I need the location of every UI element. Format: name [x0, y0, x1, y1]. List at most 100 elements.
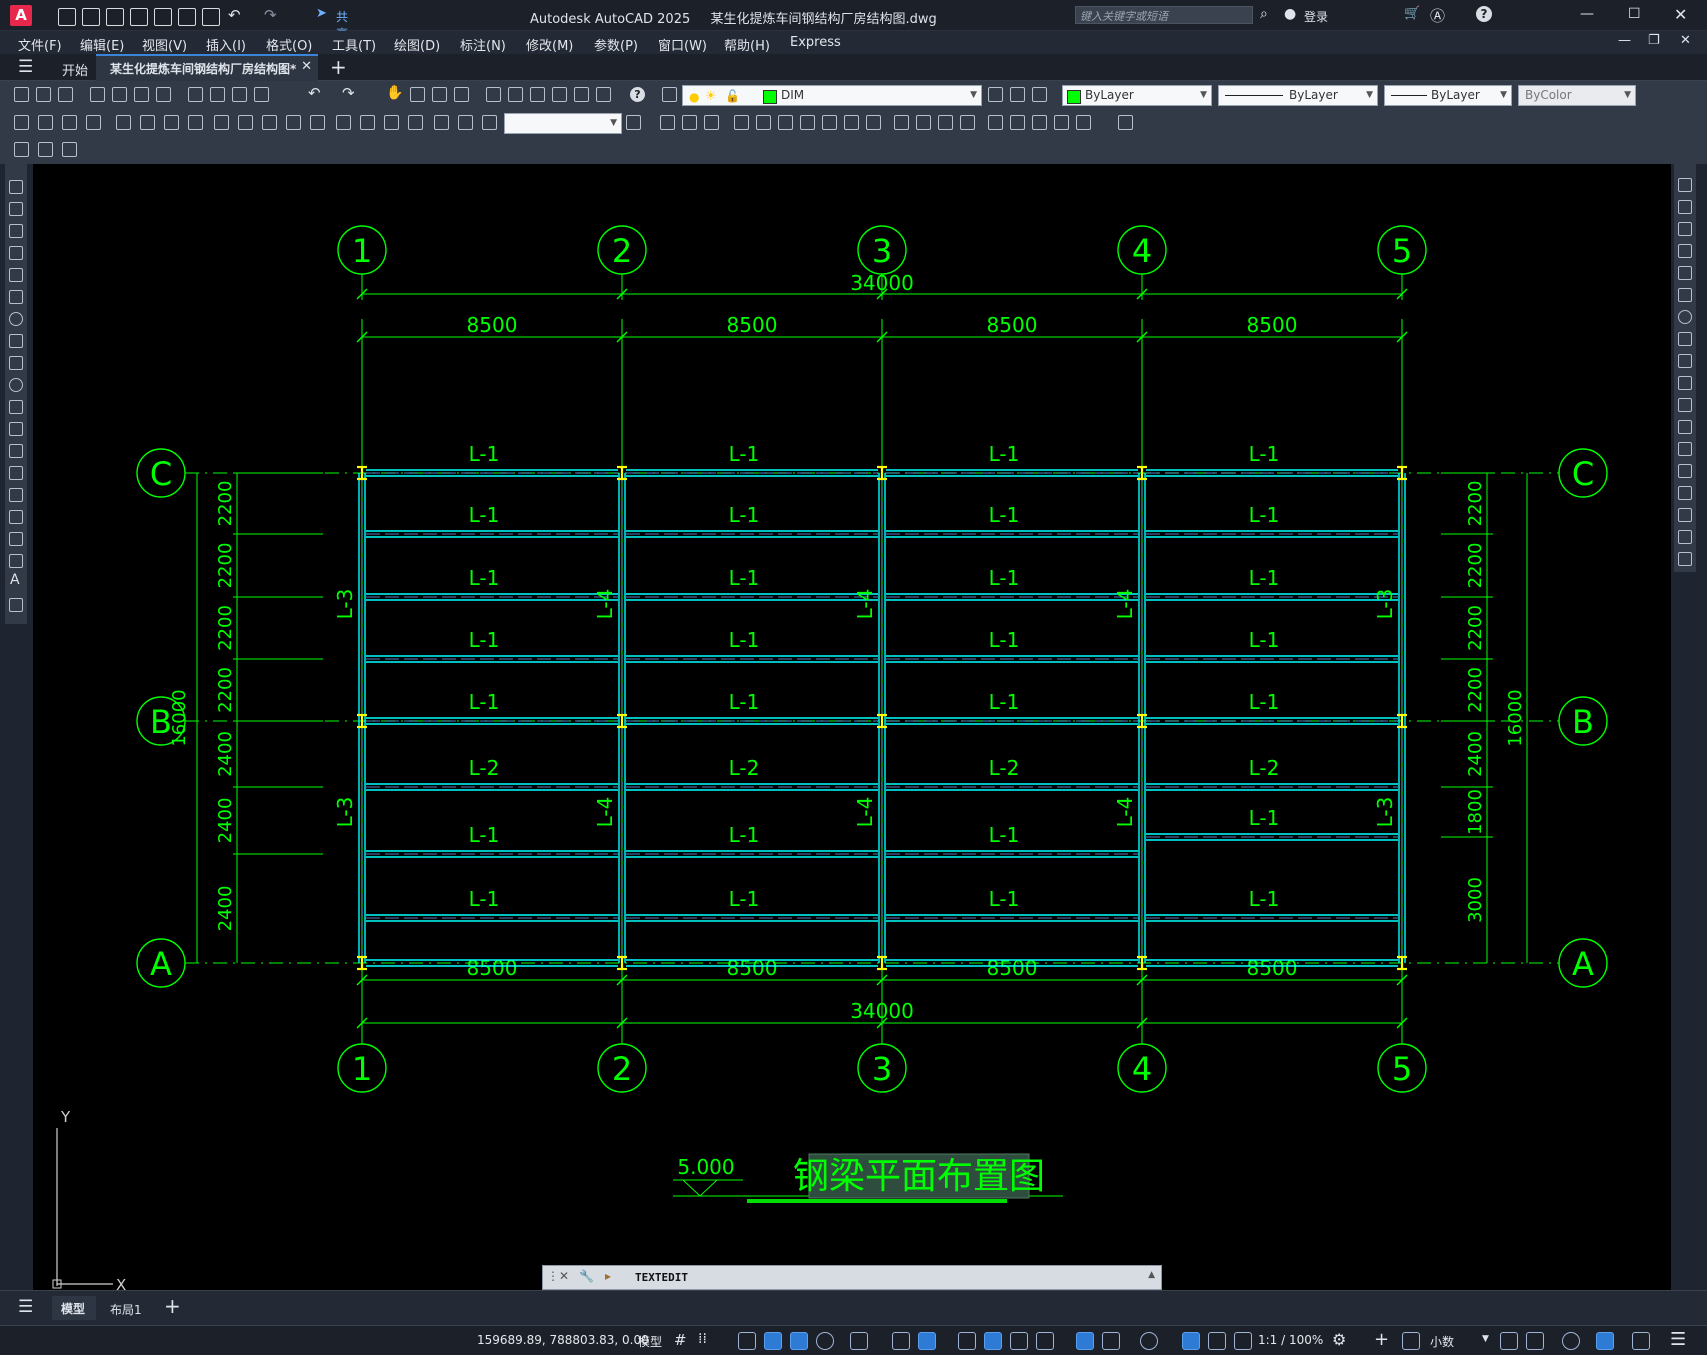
break-at-point-icon[interactable]: [1678, 420, 1692, 434]
dim-jogged-icon[interactable]: [140, 115, 155, 130]
snap-icon[interactable]: ⁞⁞: [698, 1331, 707, 1347]
mod-join-icon[interactable]: [938, 115, 953, 130]
dim-angular-icon[interactable]: [188, 115, 203, 130]
lineweight-icon[interactable]: [958, 1332, 976, 1350]
layer-manager-icon[interactable]: [662, 87, 677, 102]
join-icon[interactable]: [1678, 464, 1692, 478]
menu-file[interactable]: 文件(F): [18, 35, 62, 54]
login-button[interactable]: 登录: [1304, 8, 1328, 25]
menu-modify[interactable]: 修改(M): [526, 35, 573, 54]
tb-zoom-window-icon[interactable]: [432, 87, 447, 102]
autodesk-app-icon[interactable]: Ⓐ: [1430, 5, 1445, 26]
mod-erase-icon[interactable]: [660, 115, 675, 130]
mod-extra-icon[interactable]: [1118, 115, 1133, 130]
gizmo-icon[interactable]: [1140, 1332, 1158, 1350]
dim-arc-icon[interactable]: [62, 115, 77, 130]
save-as-icon[interactable]: [130, 8, 148, 26]
chamfer-icon[interactable]: [1678, 486, 1692, 500]
dim-continue-icon[interactable]: [262, 115, 277, 130]
dim-space-icon[interactable]: [286, 115, 301, 130]
plot-icon[interactable]: [202, 8, 220, 26]
make-block-icon[interactable]: [9, 444, 23, 458]
autoscale-icon[interactable]: [1208, 1332, 1226, 1350]
mod-copy-icon[interactable]: [682, 115, 697, 130]
object-snap-tracking-icon[interactable]: [892, 1332, 910, 1350]
array-icon[interactable]: [1678, 266, 1692, 280]
selection-filter-icon[interactable]: [1102, 1332, 1120, 1350]
menu-insert[interactable]: 插入(I): [206, 35, 246, 54]
dim-update-icon[interactable]: [482, 115, 497, 130]
mod-pedit-icon[interactable]: [1076, 115, 1091, 130]
mod-explode-icon[interactable]: [1032, 115, 1047, 130]
grid-icon[interactable]: #: [674, 1331, 687, 1349]
dim-quick-icon[interactable]: [214, 115, 229, 130]
layer-dropdown[interactable]: ● ☀ 🔓 DIM ▼: [682, 85, 982, 106]
jogged-linear-icon[interactable]: [408, 115, 423, 130]
doc-minimize-button[interactable]: —: [1618, 33, 1631, 48]
customization-icon[interactable]: ☰: [1670, 1329, 1686, 1350]
open-icon[interactable]: [82, 8, 100, 26]
layer-state-icon[interactable]: [1032, 87, 1047, 102]
scale-icon[interactable]: [1678, 332, 1692, 346]
tab-drawing[interactable]: 某生化提炼车间钢结构厂房结构图* ✕: [96, 54, 318, 81]
new-tab-icon[interactable]: +: [330, 55, 347, 79]
undo-icon[interactable]: ↶: [228, 6, 241, 24]
mtext-icon[interactable]: A: [10, 572, 20, 588]
add-selected-icon[interactable]: [9, 598, 23, 612]
hamburger-menu-icon[interactable]: ☰: [18, 57, 33, 77]
color-dropdown[interactable]: ByLayer ▼: [1062, 85, 1212, 106]
3d-osnap-icon[interactable]: [1036, 1332, 1054, 1350]
menu-parametric[interactable]: 参数(P): [594, 35, 638, 54]
dim-aligned-icon[interactable]: [38, 115, 53, 130]
mod-break-icon[interactable]: [916, 115, 931, 130]
plotstyle-dropdown[interactable]: ByColor ▼: [1518, 85, 1636, 106]
trim-icon[interactable]: [1678, 376, 1692, 390]
model-space-button[interactable]: 模型: [638, 1333, 662, 1350]
rectangle-icon[interactable]: [9, 268, 23, 282]
move-icon[interactable]: [1678, 288, 1692, 302]
break-icon[interactable]: [1678, 442, 1692, 456]
new-icon[interactable]: [58, 8, 76, 26]
command-line[interactable]: ⋮ ✕ 🔧 ▸ TEXTEDIT ▲: [542, 1265, 1162, 1290]
tb-copy-icon[interactable]: [210, 87, 225, 102]
stretch-icon[interactable]: [1678, 354, 1692, 368]
isolate-objects-icon[interactable]: [1562, 1332, 1580, 1350]
tb-plot-icon[interactable]: [90, 87, 105, 102]
arc-icon[interactable]: [9, 290, 23, 304]
lock-ui-icon[interactable]: [1526, 1332, 1544, 1350]
command-grip-icon[interactable]: ⋮: [547, 1269, 559, 1283]
menu-edit[interactable]: 编辑(E): [80, 35, 124, 54]
layer-on-icon[interactable]: ●: [689, 88, 699, 107]
object-snap-icon[interactable]: [918, 1332, 936, 1350]
mod-move-icon[interactable]: [778, 115, 793, 130]
gradient-icon[interactable]: [9, 510, 23, 524]
quick-properties-icon[interactable]: [1500, 1332, 1518, 1350]
dimstyle-icon[interactable]: [626, 115, 641, 130]
blend-curves-icon[interactable]: [1678, 530, 1692, 544]
mod-lengthen-icon[interactable]: [1054, 115, 1069, 130]
infer-constraints-icon[interactable]: [738, 1332, 756, 1350]
annotation-monitor-icon[interactable]: +: [1374, 1329, 1389, 1350]
menu-window[interactable]: 窗口(W): [658, 35, 707, 54]
tb-undo-icon[interactable]: ↶: [308, 84, 321, 102]
publish-icon[interactable]: [154, 8, 172, 26]
erase-icon[interactable]: [1678, 178, 1692, 192]
tb-redo-icon[interactable]: ↷: [342, 84, 355, 102]
redo-icon[interactable]: ↷: [264, 6, 277, 24]
doc-close-button[interactable]: ✕: [1680, 33, 1691, 48]
extend-icon[interactable]: [1678, 398, 1692, 412]
revcloud-icon[interactable]: [9, 334, 23, 348]
inspection-icon[interactable]: [384, 115, 399, 130]
dynamic-input-icon[interactable]: [764, 1332, 782, 1350]
dim-radius-icon[interactable]: [116, 115, 131, 130]
tb-save-icon[interactable]: [58, 87, 73, 102]
mod-offset-icon[interactable]: [734, 115, 749, 130]
annotation-scale-icon[interactable]: [1234, 1332, 1252, 1350]
tb-zoom-realtime-icon[interactable]: [410, 87, 425, 102]
graphics-performance-icon[interactable]: [1596, 1332, 1614, 1350]
tb-matchprop-icon[interactable]: [254, 87, 269, 102]
hatch-icon[interactable]: [9, 488, 23, 502]
search-box[interactable]: 键入关键字或短语: [1075, 6, 1253, 24]
doc-restore-button[interactable]: ❐: [1648, 33, 1660, 48]
offset-icon[interactable]: [1678, 244, 1692, 258]
